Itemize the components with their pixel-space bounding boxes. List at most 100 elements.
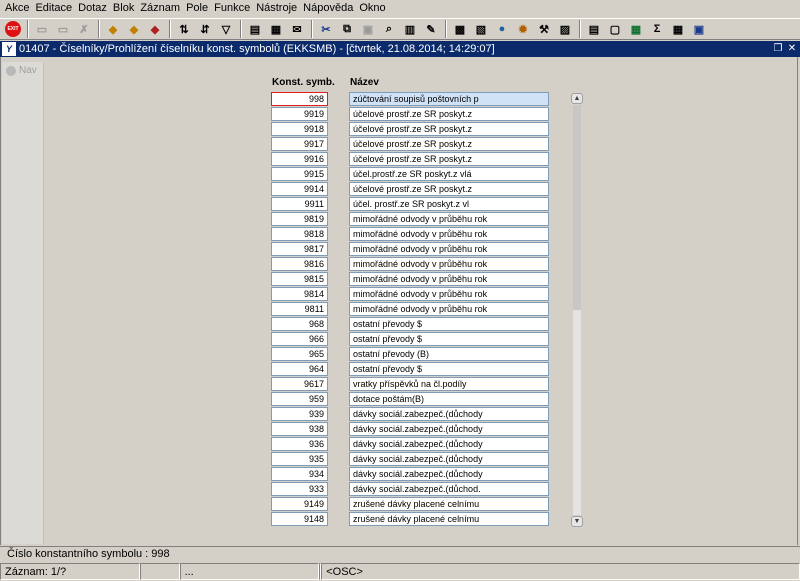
menu-blok[interactable]: Blok bbox=[110, 0, 137, 17]
code-field[interactable]: 968 bbox=[271, 317, 328, 331]
exit-button[interactable]: EXIT bbox=[4, 20, 22, 38]
code-field[interactable]: 9817 bbox=[271, 242, 328, 256]
code-field[interactable]: 998 bbox=[271, 92, 328, 106]
name-field[interactable]: zrušené dávky placené celnímu bbox=[349, 497, 549, 511]
code-field[interactable]: 9916 bbox=[271, 152, 328, 166]
calendar-icon[interactable]: ▦ bbox=[669, 20, 687, 38]
code-field[interactable]: 9811 bbox=[271, 302, 328, 316]
code-field[interactable]: 936 bbox=[271, 437, 328, 451]
code-field[interactable]: 9148 bbox=[271, 512, 328, 526]
clear-icon[interactable]: ✗ bbox=[75, 20, 93, 38]
code-field[interactable]: 935 bbox=[271, 452, 328, 466]
scroll-track[interactable] bbox=[573, 105, 581, 515]
name-field[interactable]: dávky sociál.zabezpeč.(důchody bbox=[349, 437, 549, 451]
name-field[interactable]: zúčtování soupisů poštovních p bbox=[349, 92, 549, 106]
code-field[interactable]: 959 bbox=[271, 392, 328, 406]
code-field[interactable]: 9816 bbox=[271, 257, 328, 271]
code-field[interactable]: 939 bbox=[271, 407, 328, 421]
menu-dotaz[interactable]: Dotaz bbox=[75, 0, 110, 17]
menu-funkce[interactable]: Funkce bbox=[211, 0, 253, 17]
sum-icon[interactable]: Σ bbox=[648, 20, 666, 38]
code-field[interactable]: 9814 bbox=[271, 287, 328, 301]
scroll-down-icon[interactable]: ▼ bbox=[571, 516, 583, 527]
mail-icon[interactable]: ✉ bbox=[288, 20, 306, 38]
name-field[interactable]: ostatní převody $ bbox=[349, 362, 549, 376]
copy-icon[interactable]: ⧉ bbox=[338, 20, 356, 38]
name-field[interactable]: mimořádné odvody v průběhu rok bbox=[349, 242, 549, 256]
notes-icon[interactable]: ▧ bbox=[472, 20, 490, 38]
vertical-scrollbar[interactable]: ▲ ▼ bbox=[571, 93, 583, 527]
close-icon[interactable]: ✕ bbox=[786, 42, 798, 55]
printer-icon[interactable]: ▤ bbox=[246, 20, 264, 38]
excel-icon[interactable]: ▦ bbox=[627, 20, 645, 38]
sort-asc-icon[interactable]: ⇅ bbox=[175, 20, 193, 38]
name-field[interactable]: účelové prostř.ze SR poskyt.z bbox=[349, 152, 549, 166]
report-icon[interactable]: ▢ bbox=[606, 20, 624, 38]
menu-zaznam[interactable]: Záznam bbox=[137, 0, 183, 17]
calculator-icon[interactable]: ▩ bbox=[451, 20, 469, 38]
menu-pole[interactable]: Pole bbox=[183, 0, 211, 17]
scroll-up-icon[interactable]: ▲ bbox=[571, 93, 583, 104]
name-field[interactable]: mimořádné odvody v průběhu rok bbox=[349, 257, 549, 271]
name-field[interactable]: ostatní převody $ bbox=[349, 332, 549, 346]
name-field[interactable]: mimořádné odvody v průběhu rok bbox=[349, 212, 549, 226]
print-icon[interactable]: ▭ bbox=[54, 20, 72, 38]
globe-icon[interactable]: ● bbox=[493, 20, 511, 38]
code-field[interactable]: 9617 bbox=[271, 377, 328, 391]
name-field[interactable]: účelové prostř.ze SR poskyt.z bbox=[349, 107, 549, 121]
name-field[interactable]: účelové prostř.ze SR poskyt.z bbox=[349, 182, 549, 196]
sort-desc-icon[interactable]: ⇵ bbox=[196, 20, 214, 38]
menu-nastroje[interactable]: Nástroje bbox=[253, 0, 300, 17]
menu-napoveda[interactable]: Nápověda bbox=[300, 0, 356, 17]
menu-akce[interactable]: Akce bbox=[2, 0, 32, 17]
name-field[interactable]: účelové prostř.ze SR poskyt.z bbox=[349, 122, 549, 136]
zoom-icon[interactable]: ⌕ bbox=[380, 20, 398, 38]
name-field[interactable]: mimořádné odvody v průběhu rok bbox=[349, 272, 549, 286]
settings-icon[interactable]: ✹ bbox=[514, 20, 532, 38]
restore-icon[interactable]: ❐ bbox=[772, 42, 784, 55]
name-field[interactable]: ostatní převody $ bbox=[349, 317, 549, 331]
code-field[interactable]: 9818 bbox=[271, 227, 328, 241]
code-field[interactable]: 966 bbox=[271, 332, 328, 346]
name-field[interactable]: dotace poštám(B) bbox=[349, 392, 549, 406]
window-icon[interactable]: ▣ bbox=[690, 20, 708, 38]
code-field[interactable]: 933 bbox=[271, 482, 328, 496]
code-field[interactable]: 938 bbox=[271, 422, 328, 436]
name-field[interactable]: mimořádné odvody v průběhu rok bbox=[349, 227, 549, 241]
name-field[interactable]: dávky sociál.zabezpeč.(důchody bbox=[349, 407, 549, 421]
code-field[interactable]: 964 bbox=[271, 362, 328, 376]
code-field[interactable]: 9914 bbox=[271, 182, 328, 196]
menu-okno[interactable]: Okno bbox=[356, 0, 388, 17]
code-field[interactable]: 9911 bbox=[271, 197, 328, 211]
name-field[interactable]: účel.prostř.ze SR poskyt.z vlá bbox=[349, 167, 549, 181]
code-field[interactable]: 934 bbox=[271, 467, 328, 481]
name-field[interactable]: zrušené dávky placené celnímu bbox=[349, 512, 549, 526]
document-icon[interactable]: ▤ bbox=[585, 20, 603, 38]
menu-editace[interactable]: Editace bbox=[32, 0, 75, 17]
name-field[interactable]: ostatní převody (B) bbox=[349, 347, 549, 361]
name-field[interactable]: dávky sociál.zabezpeč.(důchody bbox=[349, 422, 549, 436]
name-field[interactable]: účelové prostř.ze SR poskyt.z bbox=[349, 137, 549, 151]
name-field[interactable]: vratky příspěvků na čl.podíly bbox=[349, 377, 549, 391]
code-field[interactable]: 965 bbox=[271, 347, 328, 361]
graph-icon[interactable]: ▨ bbox=[556, 20, 574, 38]
code-field[interactable]: 9815 bbox=[271, 272, 328, 286]
save-icon[interactable]: ▭ bbox=[33, 20, 51, 38]
nav-button[interactable]: Nav bbox=[2, 62, 43, 76]
scroll-thumb[interactable] bbox=[573, 105, 581, 310]
lov-icon[interactable]: ▥ bbox=[401, 20, 419, 38]
tools-icon[interactable]: ⚒ bbox=[535, 20, 553, 38]
print-setup-icon[interactable]: ▦ bbox=[267, 20, 285, 38]
edit-icon[interactable]: ✎ bbox=[422, 20, 440, 38]
paste-icon[interactable]: ▣ bbox=[359, 20, 377, 38]
name-field[interactable]: dávky sociál.zabezpeč.(důchody bbox=[349, 467, 549, 481]
code-field[interactable]: 9819 bbox=[271, 212, 328, 226]
name-field[interactable]: dávky sociál.zabezpeč.(důchody bbox=[349, 452, 549, 466]
code-field[interactable]: 9919 bbox=[271, 107, 328, 121]
code-field[interactable]: 9149 bbox=[271, 497, 328, 511]
name-field[interactable]: účel. prostř.ze SR poskyt.z vl bbox=[349, 197, 549, 211]
scissors-icon[interactable]: ✂ bbox=[317, 20, 335, 38]
code-field[interactable]: 9915 bbox=[271, 167, 328, 181]
filter-icon[interactable]: ▽ bbox=[217, 20, 235, 38]
name-field[interactable]: mimořádné odvody v průběhu rok bbox=[349, 302, 549, 316]
